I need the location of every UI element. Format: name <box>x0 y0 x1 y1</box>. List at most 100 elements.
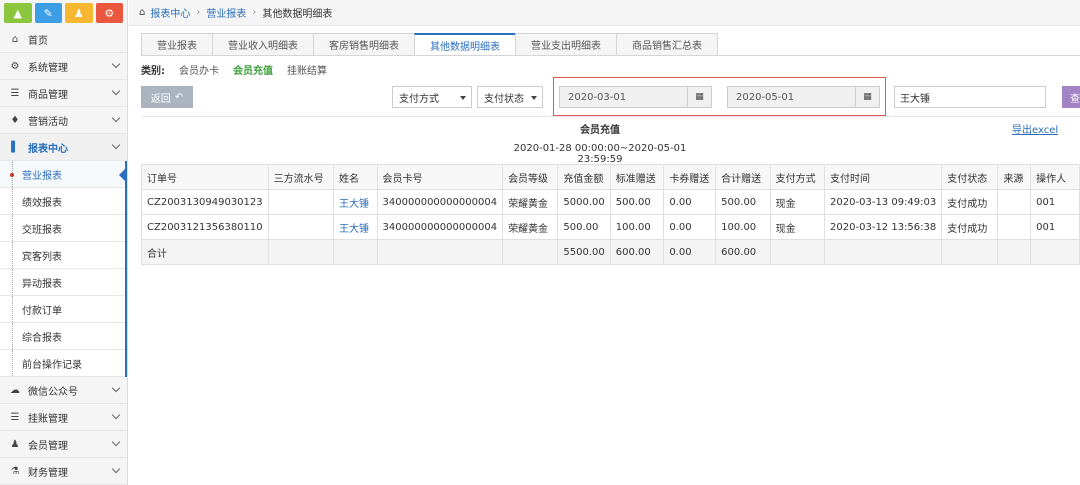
end-date-input[interactable]: 2020-05-01 ▦ <box>727 86 880 108</box>
table-cell <box>267 189 334 215</box>
calendar-icon[interactable]: ▦ <box>855 87 879 107</box>
back-button[interactable]: 返回 ↶ <box>141 86 193 108</box>
tab-business-report[interactable]: 营业报表 <box>141 33 212 56</box>
home-icon[interactable]: ⌂ <box>139 7 145 18</box>
sidebar-subitem-shift-report[interactable]: 交班报表 <box>0 215 125 242</box>
col-source: 来源 <box>997 164 1032 190</box>
sidebar-subitem-performance-report[interactable]: 绩效报表 <box>0 188 125 215</box>
tab-goods-sales-summary[interactable]: 商品销售汇总表 <box>616 33 718 56</box>
table-cell: 现金 <box>769 189 826 215</box>
sidebar-subitem-front-desk-log[interactable]: 前台操作记录 <box>0 350 125 377</box>
calendar-icon[interactable]: ▦ <box>687 87 711 107</box>
chevron-down-icon <box>111 140 121 150</box>
sidebar-item-home[interactable]: ⌂ 首页 <box>0 26 127 53</box>
table-cell <box>267 214 334 240</box>
sidebar-item-label: 挂账管理 <box>28 413 68 425</box>
tab-other-data-detail[interactable]: 其他数据明细表 <box>414 33 515 56</box>
recharge-table: 订单号 三方流水号 姓名 会员卡号 会员等级 充值金额 标准赠送 卡券赠送 合计… <box>141 164 1080 265</box>
gift-icon: ♦ <box>10 114 20 126</box>
table-cell: CZ2003121356380110 <box>141 214 269 240</box>
table-cell: 500.00 <box>715 189 771 215</box>
chevron-down-icon <box>111 410 121 420</box>
category-option-card-issue[interactable]: 会员办卡 <box>179 62 219 77</box>
member-name-link[interactable]: 王大锤 <box>332 189 378 215</box>
category-label: 类别: <box>141 66 165 77</box>
sidebar-subitem-summary-report[interactable]: 综合报表 <box>0 323 125 350</box>
sidebar-item-label: 微信公众号 <box>28 386 78 398</box>
home-icon: ⌂ <box>11 33 19 45</box>
report-tabs: 营业报表 营业收入明细表 客房销售明细表 其他数据明细表 营业支出明细表 商品销… <box>141 33 718 56</box>
users-icon[interactable]: ♟ <box>65 3 93 23</box>
table-cell: CZ2003130949030123 <box>141 189 269 215</box>
table-cell: 5500.00 <box>557 239 611 265</box>
table-cell: 600.00 <box>715 239 771 265</box>
sidebar-subitem-change-report[interactable]: 异动报表 <box>0 269 125 296</box>
col-order-no: 订单号 <box>141 164 269 190</box>
col-pay-status: 支付状态 <box>941 164 999 190</box>
breadcrumb-link-reports[interactable]: 报表中心 <box>150 5 190 20</box>
pay-status-value: 支付状态 <box>484 93 524 105</box>
sidebar-item-label: 财务管理 <box>28 467 68 479</box>
start-date-input[interactable]: 2020-03-01 ▦ <box>559 86 712 108</box>
col-standard-gift: 标准赠送 <box>609 164 665 190</box>
breadcrumb: ⌂ 报表中心 › 营业报表 › 其他数据明细表 <box>129 0 1080 26</box>
sidebar-menu: ⌂ 首页 ⚙ 系统管理 ☰ 商品管理 ♦ 营销活动 ▌ 报表中心 <box>0 26 127 161</box>
sidebar-item-marketing[interactable]: ♦ 营销活动 <box>0 107 127 134</box>
operator-value: 王大锤 <box>900 93 930 105</box>
sidebar-subitem-payment-orders[interactable]: 付款订单 <box>0 296 125 323</box>
sidebar-item-credit[interactable]: ☰ 挂账管理 <box>0 404 127 431</box>
col-level: 会员等级 <box>502 164 559 190</box>
chart-icon: ▌ <box>11 141 19 153</box>
table-cell <box>769 239 826 265</box>
signal-icon[interactable]: ▲ <box>4 3 32 23</box>
tab-revenue-detail[interactable]: 营业收入明细表 <box>212 33 313 56</box>
chevron-down-icon <box>111 59 121 69</box>
table-cell: 340000000000000004 <box>376 214 504 240</box>
col-coupon-gift: 卡券赠送 <box>663 164 717 190</box>
sidebar-item-label: 系统管理 <box>28 62 68 74</box>
table-row: CZ2003121356380110 王大锤 34000000000000000… <box>141 214 1080 240</box>
sidebar-item-finance[interactable]: ⚗ 财务管理 <box>0 458 127 485</box>
table-cell: 现金 <box>769 214 826 240</box>
member-name-link[interactable]: 王大锤 <box>332 214 378 240</box>
sidebar-item-goods[interactable]: ☰ 商品管理 <box>0 80 127 107</box>
chevron-down-icon <box>111 86 121 96</box>
table-cell: 100.00 <box>715 214 771 240</box>
sidebar-item-wechat[interactable]: ☁ 微信公众号 <box>0 377 127 404</box>
cogs-icon[interactable]: ⚙ <box>95 3 123 23</box>
table-cell <box>997 189 1032 215</box>
category-option-recharge[interactable]: 会员充值 <box>233 62 273 77</box>
sidebar-subitem-business-report[interactable]: 营业报表 <box>0 161 126 188</box>
breadcrumb-link-business[interactable]: 营业报表 <box>206 5 246 20</box>
sidebar-item-label: 绩效报表 <box>22 197 62 209</box>
sidebar-item-reports[interactable]: ▌ 报表中心 <box>0 134 127 161</box>
pencil-icon[interactable]: ✎ <box>34 3 62 23</box>
caret-down-icon <box>531 96 537 100</box>
list-icon: ☰ <box>10 411 20 423</box>
sidebar-item-members[interactable]: ♟ 会员管理 <box>0 431 127 458</box>
pay-method-select[interactable]: 支付方式 <box>392 86 472 108</box>
table-cell: 340000000000000004 <box>376 189 504 215</box>
table-cell: 600.00 <box>609 239 665 265</box>
category-option-credit-settlement[interactable]: 挂账结算 <box>287 62 327 77</box>
table-cell <box>267 239 334 265</box>
sidebar-subitem-guest-list[interactable]: 宾客列表 <box>0 242 125 269</box>
sidebar-item-label: 首页 <box>28 35 48 47</box>
top-shortcuts: ▲ ✎ ♟ ⚙ <box>0 0 127 26</box>
tab-divider <box>141 55 1080 56</box>
export-excel-link[interactable]: 导出excel <box>1012 121 1058 136</box>
table-cell: 500.00 <box>557 214 611 240</box>
end-date-value: 2020-05-01 <box>736 91 795 103</box>
pay-status-select[interactable]: 支付状态 <box>477 86 543 108</box>
query-button[interactable]: 查 <box>1062 86 1080 108</box>
sidebar-item-system[interactable]: ⚙ 系统管理 <box>0 53 127 80</box>
table-cell: 2020-03-13 09:49:03 <box>824 189 943 215</box>
undo-icon: ↶ <box>174 91 184 103</box>
tab-room-sales-detail[interactable]: 客房销售明细表 <box>313 33 414 56</box>
operator-input[interactable]: 王大锤 <box>894 86 1046 108</box>
back-button-label: 返回 <box>150 93 171 105</box>
col-total-gift: 合计赠送 <box>715 164 771 190</box>
sidebar-menu-bottom: ☁ 微信公众号 ☰ 挂账管理 ♟ 会员管理 ⚗ 财务管理 <box>0 377 127 485</box>
tab-expense-detail[interactable]: 营业支出明细表 <box>515 33 616 56</box>
sidebar-item-label: 营业报表 <box>22 170 62 182</box>
